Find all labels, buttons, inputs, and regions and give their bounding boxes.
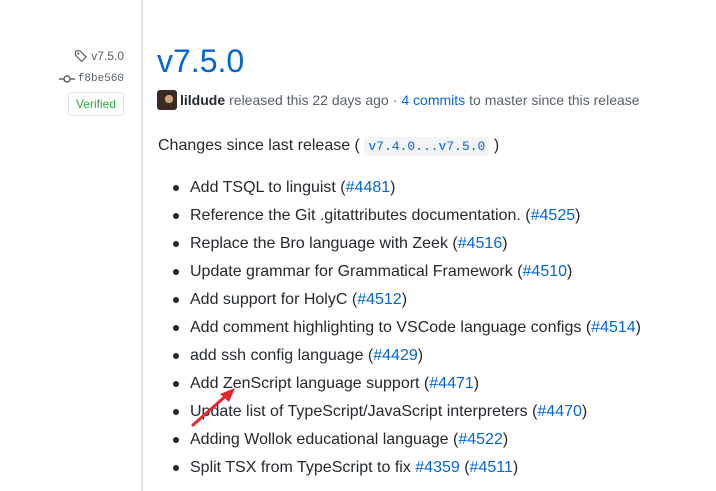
issue-link[interactable]: #4512 [357, 291, 402, 308]
commits-suffix: to master since this release [469, 92, 640, 108]
issue-link[interactable]: #4525 [531, 207, 576, 224]
list-item: add ssh config language (#4429) [158, 342, 641, 370]
list-item: Add support for HolyC (#4512) [158, 286, 641, 314]
change-text: Add support for HolyC ( [190, 291, 358, 308]
change-text: Adding Wollok educational language ( [190, 431, 459, 448]
change-text: Split TSX from TypeScript to fix [190, 459, 416, 476]
release-byline: lildude released this 22 days ago · 4 co… [157, 90, 640, 110]
commits-link[interactable]: 4 commits [401, 92, 465, 108]
commit-link[interactable]: f8be560 [58, 71, 124, 87]
change-text: Update list of TypeScript/JavaScript int… [190, 403, 538, 420]
compare-link[interactable]: v7.4.0...v7.5.0 [364, 137, 490, 156]
list-item: Split TSX from TypeScript to fix #4359 (… [158, 454, 641, 482]
verified-badge[interactable]: Verified [67, 92, 124, 116]
git-commit-icon [58, 75, 75, 83]
change-mid: ( [459, 459, 470, 476]
byline-separator: · [392, 92, 398, 108]
change-text: Add TSQL to linguist ( [190, 179, 346, 196]
issue-link[interactable]: #4471 [429, 375, 474, 392]
issue-link[interactable]: #4514 [591, 319, 636, 336]
issue-link[interactable]: #4510 [523, 263, 568, 280]
changes-list: Add TSQL to linguist (#4481) Reference t… [158, 174, 641, 482]
change-close: ) [502, 431, 509, 448]
change-text: Reference the Git .gitattributes documen… [190, 207, 531, 224]
change-close: ) [473, 375, 480, 392]
change-text: Replace the Bro language with Zeek ( [190, 235, 458, 252]
annotation-arrow-icon [191, 388, 235, 427]
issue-link[interactable]: #4481 [346, 179, 391, 196]
release-page: v7.5.0 f8be560 Verified v7.5.0 lildude r… [0, 0, 716, 491]
list-item: Add comment highlighting to VSCode langu… [158, 314, 641, 342]
change-close: ) [401, 291, 408, 308]
change-text: add ssh config language ( [190, 347, 374, 364]
commit-sha: f8be560 [77, 73, 124, 85]
list-item: Add TSQL to linguist (#4481) [158, 174, 641, 202]
issue-link[interactable]: #4522 [458, 431, 503, 448]
change-close: ) [581, 403, 588, 420]
list-item: Adding Wollok educational language (#452… [158, 426, 641, 454]
issue-link[interactable]: #4470 [537, 403, 582, 420]
issue-link[interactable]: #4359 [415, 459, 460, 476]
timeline-divider [141, 0, 143, 491]
changes-suffix: ) [493, 137, 500, 154]
changes-prefix: Changes since last release ( [158, 137, 360, 154]
change-close: ) [635, 319, 641, 336]
release-meta: v7.5.0 f8be560 Verified [58, 47, 124, 116]
changes-heading: Changes since last release ( v7.4.0...v7… [158, 137, 500, 156]
released-text: released this 22 days ago [229, 92, 389, 108]
change-close: ) [575, 207, 581, 224]
change-text: Update grammar for Grammatical Framework… [190, 263, 523, 280]
author-link[interactable]: lildude [180, 92, 225, 108]
tag-label: v7.5.0 [91, 49, 124, 63]
change-close: ) [567, 263, 573, 280]
change-close: ) [417, 347, 424, 364]
change-close: ) [390, 179, 396, 196]
tag-icon [75, 50, 88, 63]
change-close: ) [512, 459, 519, 476]
tag-link[interactable]: v7.5.0 [59, 47, 124, 65]
avatar[interactable] [157, 90, 177, 110]
list-item: Replace the Bro language with Zeek (#451… [158, 230, 641, 258]
issue-link[interactable]: #4516 [458, 235, 503, 252]
issue-link[interactable]: #4429 [373, 347, 418, 364]
list-item: Update grammar for Grammatical Framework… [158, 258, 641, 286]
release-title[interactable]: v7.5.0 [157, 41, 244, 81]
issue-link[interactable]: #4511 [470, 459, 513, 476]
change-close: ) [502, 235, 508, 252]
list-item: Reference the Git .gitattributes documen… [158, 202, 641, 230]
change-text: Add comment highlighting to VSCode langu… [190, 319, 592, 336]
